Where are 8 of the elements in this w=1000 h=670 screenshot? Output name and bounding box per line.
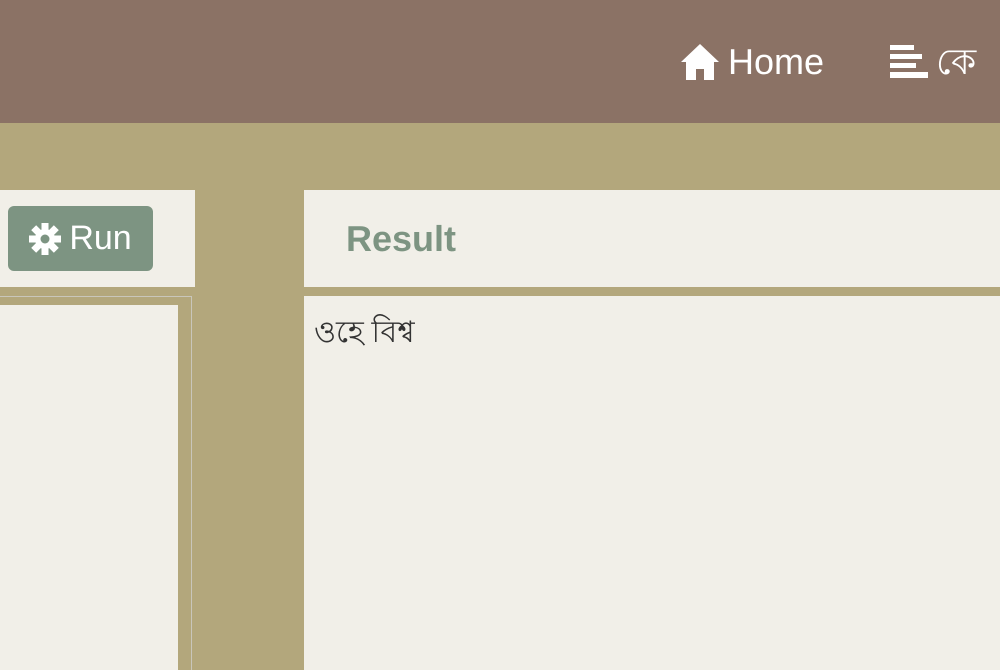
result-text: ওহে বিশ্ব (314, 316, 414, 349)
list-icon (890, 44, 928, 78)
home-icon (680, 42, 720, 80)
nav-link[interactable]: কে (890, 34, 976, 88)
settings-icon (29, 222, 62, 254)
result-title: Result (346, 216, 456, 260)
run-button[interactable]: Run (8, 206, 153, 271)
nav-link[interactable]: Home (680, 34, 824, 88)
